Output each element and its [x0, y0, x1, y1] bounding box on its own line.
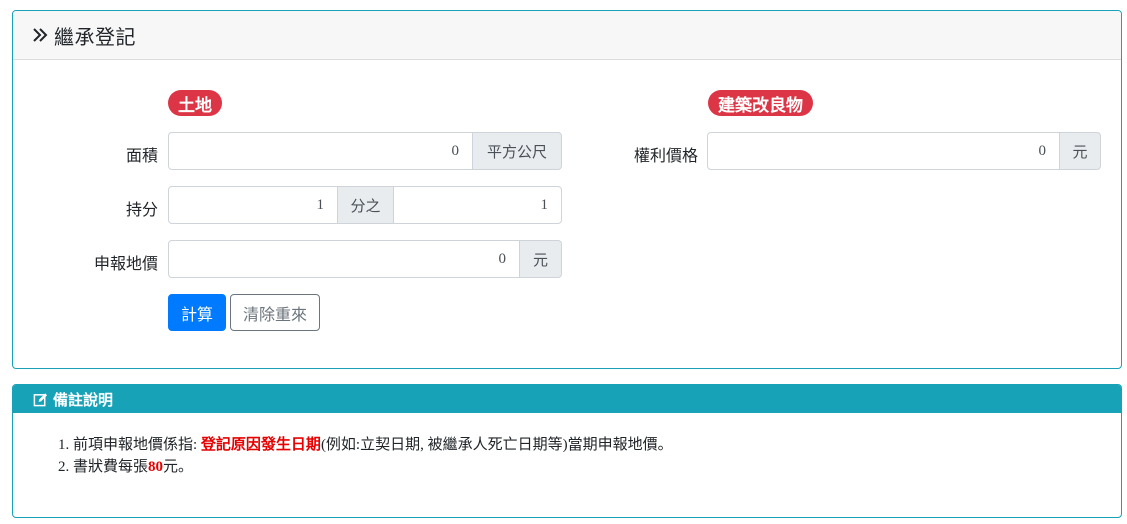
building-badge: 建築改良物: [708, 90, 813, 116]
notes-list: 前項申報地價係指: 登記原因發生日期(例如:立契日期, 被繼承人死亡日期等)當期…: [59, 434, 673, 478]
notes-header: 備註說明: [13, 385, 1121, 413]
reset-button[interactable]: 清除重來: [230, 294, 320, 331]
calculate-button[interactable]: 計算: [168, 294, 226, 331]
note-highlight: 80: [148, 459, 164, 475]
note-item: 前項申報地價係指: 登記原因發生日期(例如:立契日期, 被繼承人死亡日期等)當期…: [73, 434, 673, 456]
area-label: 面積: [125, 148, 158, 165]
note-text: 前項申報地價係指:: [73, 437, 201, 453]
land-badge: 土地: [168, 90, 222, 116]
note-text: 元。: [163, 459, 194, 475]
note-text: (例如:立契日期, 被繼承人死亡日期等)當期申報地價。: [320, 437, 673, 453]
declared-value-unit: 元: [519, 240, 562, 278]
page-title: 繼承登記: [54, 26, 136, 49]
rights-value-unit: 元: [1059, 132, 1101, 170]
card-header: 繼承登記: [13, 11, 1121, 60]
declared-value-input[interactable]: [168, 240, 520, 278]
area-input[interactable]: [168, 132, 473, 170]
note-item: 書狀費每張80元。: [73, 456, 673, 478]
share-separator: 分之: [337, 186, 394, 224]
area-unit: 平方公尺: [472, 132, 562, 170]
rights-value-label: 權利價格: [633, 148, 698, 165]
rights-value-input[interactable]: [707, 132, 1060, 170]
share-numerator-input[interactable]: [168, 186, 338, 224]
share-denominator-input[interactable]: [393, 186, 562, 224]
double-chevron-right-icon: [33, 28, 48, 42]
note-highlight: 登記原因發生日期: [200, 437, 321, 453]
notes-title: 備註說明: [53, 392, 114, 409]
edit-icon: [33, 392, 48, 406]
share-label: 持分: [125, 202, 158, 219]
note-text: 書狀費每張: [73, 459, 149, 475]
notes-card: 備註說明 前項申報地價係指: 登記原因發生日期(例如:立契日期, 被繼承人死亡日…: [12, 384, 1122, 518]
declared-value-label: 申報地價: [93, 256, 158, 273]
